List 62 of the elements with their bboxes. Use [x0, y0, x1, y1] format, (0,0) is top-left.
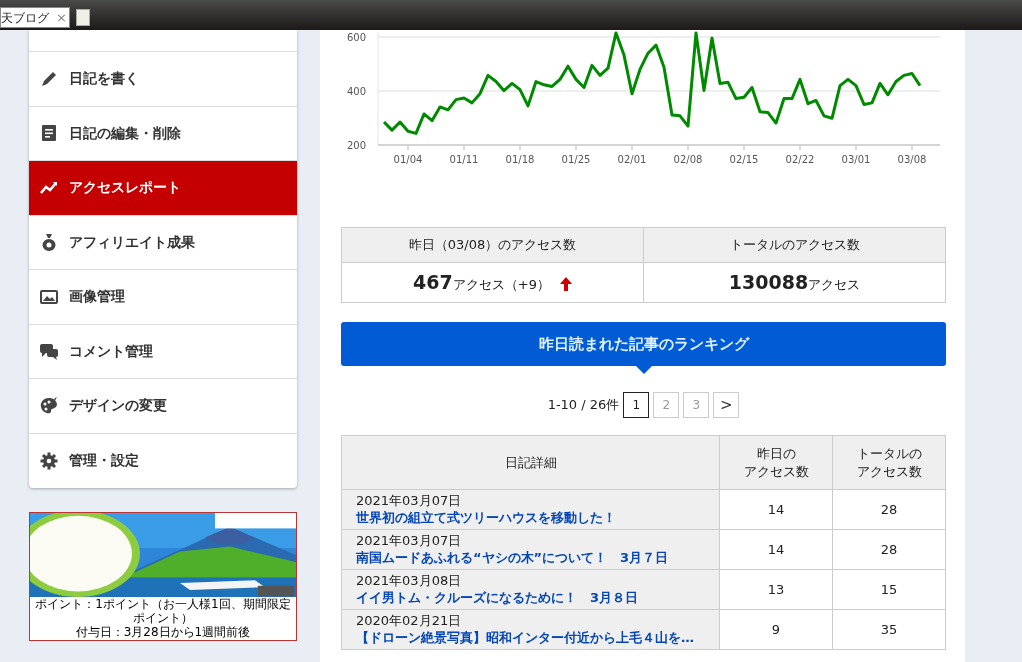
table-cell: 14	[767, 541, 785, 557]
column-header: アクセス数	[742, 462, 810, 481]
ad-caption: ポイント：1ポイント（お一人様1回、期間限定ポイント）	[35, 597, 291, 625]
next-page-button[interactable]: >	[713, 392, 740, 418]
sidebar-item[interactable]: 画像管理	[29, 270, 297, 325]
axis-label: 02/01	[617, 154, 647, 165]
axis-label: 02/08	[673, 154, 703, 165]
post-date: 2020年02月21日	[356, 612, 463, 630]
column-header: トータルのアクセス数	[643, 227, 946, 263]
axis-label: 400	[346, 86, 366, 97]
table-cell: 14	[767, 501, 785, 517]
column-header: 日記詳細	[503, 453, 558, 472]
table-cell: 28	[880, 501, 898, 517]
post-date: 2021年03月07日	[356, 532, 463, 550]
post-link[interactable]: 世界初の組立て式ツリーハウスを移動した！	[356, 509, 719, 527]
post-link[interactable]: イイ男トム・クルーズになるために！ 3月８日	[356, 589, 719, 607]
axis-label: 01/18	[505, 154, 535, 165]
settings-icon	[39, 450, 59, 471]
axis-label: 02/15	[729, 154, 759, 165]
sidebar-item[interactable]: デザインの変更	[29, 379, 297, 434]
sidebar-item[interactable]: アクセスレポート	[29, 161, 297, 216]
column-header: トータルの	[855, 444, 923, 463]
access-count: 130088	[728, 271, 809, 294]
column-header: アクセス数	[855, 462, 923, 481]
post-link[interactable]: 【ドローン絶景写真】昭和インター付近から上毛４山を…	[356, 629, 719, 647]
ad-caption: 付与日：3月28日から1週間前後	[75, 624, 251, 639]
axis-label: 03/08	[897, 154, 927, 165]
post-link[interactable]: 南国ムードあふれる“ヤシの木”について！ 3月７日	[356, 549, 719, 567]
table-cell: 28	[880, 541, 898, 557]
column-header: 昨日の	[755, 444, 797, 463]
page-button[interactable]: 1	[623, 392, 650, 418]
table-cell: 35	[880, 621, 898, 637]
access-count: 467	[413, 271, 453, 294]
axis-label: 01/04	[393, 154, 423, 165]
post-date: 2021年03月07日	[356, 492, 463, 510]
new-tab-icon[interactable]	[76, 9, 90, 26]
tab-title: 天ブログ	[1, 9, 49, 27]
sidebar-item[interactable]: 日記を書く	[29, 52, 297, 107]
post-date: 2021年03月08日	[356, 572, 463, 590]
table-cell: 15	[880, 581, 898, 597]
table-cell: 9	[771, 621, 781, 637]
browser-tab[interactable]: 天ブログ ×	[0, 7, 70, 28]
sidebar-item[interactable]: 管理・設定	[29, 433, 297, 488]
column-header: 昨日（03/08）のアクセス数	[341, 227, 644, 263]
chat-bubbles-icon	[39, 341, 59, 362]
close-tab-button[interactable]: ×	[56, 7, 67, 28]
axis-label: 02/22	[785, 154, 815, 165]
callout-pointer	[635, 366, 652, 374]
sidebar-item[interactable]: コメント管理	[29, 324, 297, 379]
axis-label: 01/11	[449, 154, 479, 165]
result-count: 1-10 / 26件	[547, 396, 620, 415]
axis-label: 200	[346, 140, 366, 151]
axis-label: 03/01	[841, 154, 871, 165]
sidebar-item[interactable]: アフィリエイト成果	[29, 215, 297, 270]
count-unit: アクセス（+9）	[452, 277, 550, 293]
ad-banner[interactable]: ポイント：1ポイント（お一人様1回、期間限定ポイント） 付与日：3月28日から1週間前後	[29, 512, 297, 642]
table-cell: 13	[767, 581, 785, 597]
document-icon	[39, 123, 59, 144]
count-unit: アクセス	[808, 277, 861, 293]
axis-label: 600	[346, 32, 366, 43]
axis-label: 01/25	[561, 154, 591, 165]
palette-icon	[39, 395, 59, 416]
